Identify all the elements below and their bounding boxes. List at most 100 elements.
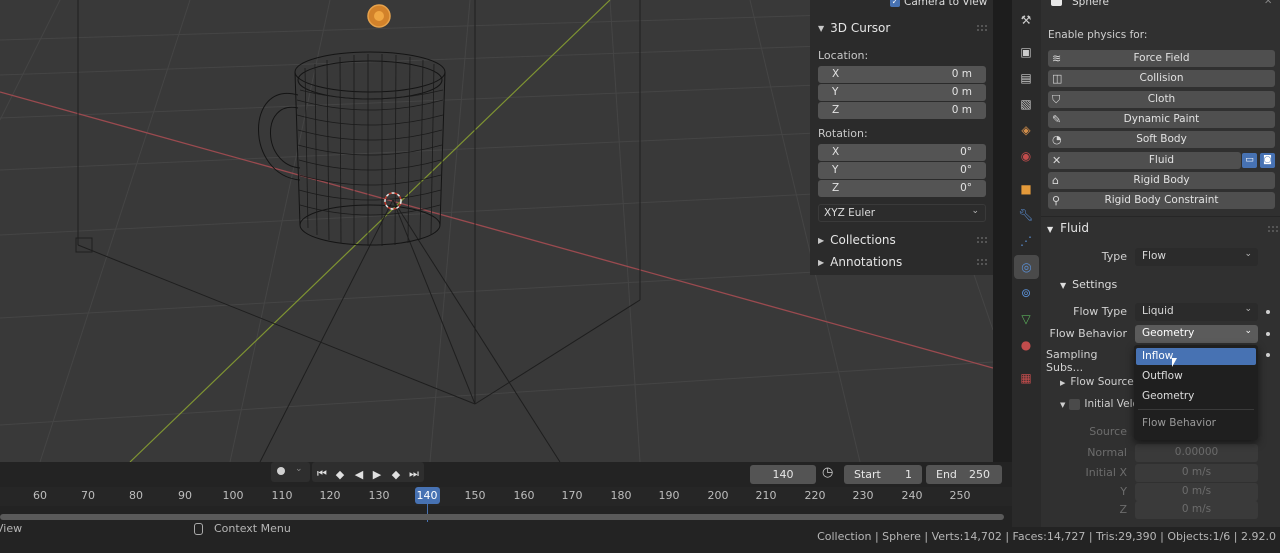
- world-tab-icon[interactable]: ◉: [1018, 148, 1034, 164]
- next-keyframe-icon[interactable]: ◆: [388, 465, 404, 483]
- location-x-field[interactable]: X0 m: [818, 66, 986, 83]
- type-select[interactable]: Flow ⌄: [1135, 248, 1258, 266]
- location-y-field[interactable]: Y0 m: [818, 84, 986, 101]
- previous-keyframe-icon[interactable]: ◆: [332, 465, 348, 483]
- dynamic-paint-button[interactable]: ✎ Dynamic Paint: [1048, 111, 1275, 128]
- jump-to-end-icon[interactable]: ⏭: [406, 465, 422, 483]
- frame-number: 150: [464, 489, 486, 502]
- play-icon[interactable]: ▶: [369, 465, 385, 483]
- rigid-body-constraint-button[interactable]: ⚲ Rigid Body Constraint: [1048, 192, 1275, 209]
- physics-tab-icon[interactable]: ◎: [1014, 255, 1039, 279]
- flow-source-subpanel-header[interactable]: ▶ Flow Source: [1060, 376, 1134, 388]
- material-tab-icon[interactable]: ●: [1018, 337, 1034, 353]
- object-icon: [1051, 0, 1062, 6]
- record-icon: [277, 467, 285, 475]
- end-frame-field[interactable]: End 250: [926, 465, 1002, 484]
- status-bar: View Context Menu Collection | Sphere | …: [0, 522, 1280, 553]
- 3d-cursor-panel-header[interactable]: ▼ 3D Cursor: [810, 17, 993, 39]
- chevron-down-icon: ⌄: [1244, 326, 1252, 336]
- frame-number: 210: [755, 489, 777, 502]
- collections-title: Collections: [830, 233, 896, 247]
- normal-field[interactable]: 0.00000: [1135, 444, 1258, 462]
- properties-tab-column: ⚒ ▣ ▤ ▧ ◈ ◉ ■ 🔧︎ ⋰ ◎ ⊚ ▽ ● ▦: [1012, 0, 1041, 527]
- settings-subpanel-header[interactable]: ▼ Settings: [1060, 278, 1117, 291]
- cloth-button[interactable]: ⛉ Cloth: [1048, 91, 1275, 108]
- keyframe-dot-icon[interactable]: [1266, 353, 1270, 357]
- frame-number: 90: [178, 489, 192, 502]
- output-tab-icon[interactable]: ▤: [1018, 70, 1034, 86]
- initial-x-label: Initial X: [1085, 466, 1127, 479]
- initial-y-field[interactable]: 0 m/s: [1135, 483, 1258, 501]
- rotation-y-field[interactable]: Y 0°: [818, 162, 986, 179]
- object-tab-icon[interactable]: ■: [1018, 181, 1034, 197]
- divider: [1138, 409, 1254, 410]
- drag-handle-icon[interactable]: [1268, 226, 1278, 232]
- rigid-body-button[interactable]: ⌂ Rigid Body: [1048, 172, 1275, 189]
- frame-number: 110: [271, 489, 293, 502]
- camera-to-view-checkbox[interactable]: ✓ Camera to View: [890, 0, 990, 8]
- flow-type-select[interactable]: Liquid ⌄: [1135, 303, 1258, 321]
- collections-panel-header[interactable]: ▶ Collections: [810, 229, 993, 251]
- annotations-panel-header[interactable]: ▶ Annotations: [810, 251, 993, 273]
- render-tab-icon[interactable]: ▣: [1018, 44, 1034, 60]
- tool-tab-icon[interactable]: ⚒: [1018, 12, 1034, 28]
- drag-handle-icon[interactable]: [977, 237, 987, 243]
- 3d-cursor-title: 3D Cursor: [830, 21, 891, 35]
- divider: [1041, 216, 1280, 217]
- rotation-mode-select[interactable]: XYZ Euler ⌄: [818, 204, 986, 222]
- current-frame-field[interactable]: 140: [750, 465, 816, 484]
- play-reverse-icon[interactable]: ◀: [351, 465, 367, 483]
- flow-behavior-select[interactable]: Geometry ⌄: [1135, 325, 1258, 343]
- drag-handle-icon[interactable]: [977, 259, 987, 265]
- viewport-display-icon[interactable]: ▭: [1242, 153, 1257, 168]
- expand-triangle-icon: ▶: [818, 257, 825, 267]
- frame-number: 120: [319, 489, 341, 502]
- fluid-panel-header[interactable]: ▼ Fluid: [1047, 221, 1089, 235]
- particles-tab-icon[interactable]: ⋰: [1018, 233, 1034, 249]
- initial-z-field[interactable]: 0 m/s: [1135, 501, 1258, 519]
- clock-icon[interactable]: ◷: [822, 465, 840, 484]
- frame-number: 60: [33, 489, 47, 502]
- view-layer-tab-icon[interactable]: ▧: [1018, 96, 1034, 112]
- initial-velocity-checkbox[interactable]: [1069, 398, 1081, 410]
- option-inflow[interactable]: Inflow: [1136, 348, 1256, 365]
- option-geometry[interactable]: Geometry: [1136, 388, 1256, 405]
- collision-button[interactable]: ◫ Collision: [1048, 70, 1275, 87]
- keying-toggle[interactable]: ⌄: [271, 462, 310, 482]
- timeline: ⌄ ⏮ ◆ ◀ ▶ ◆ ⏭ 140 ◷ Start 1 End 250 60 7…: [0, 462, 1012, 527]
- timeline-scrollbar[interactable]: [0, 514, 1004, 520]
- option-outflow[interactable]: Outflow: [1136, 368, 1256, 385]
- modifier-tab-icon[interactable]: 🔧︎: [1018, 207, 1034, 223]
- rotation-z-field[interactable]: Z 0°: [818, 180, 986, 197]
- keyframe-dot-icon[interactable]: [1266, 332, 1270, 336]
- initial-velocity-subpanel-header[interactable]: ▼ Initial Velo: [1060, 398, 1139, 410]
- initial-x-field[interactable]: 0 m/s: [1135, 464, 1258, 482]
- jump-to-start-icon[interactable]: ⏮: [314, 465, 330, 483]
- frame-number: 220: [804, 489, 826, 502]
- data-tab-icon[interactable]: ▽: [1018, 311, 1034, 327]
- current-frame-number: 140: [416, 489, 438, 502]
- frame-number: 80: [129, 489, 143, 502]
- collapse-triangle-icon: ▼: [1060, 281, 1067, 290]
- frame-number: 190: [658, 489, 680, 502]
- location-z-field[interactable]: Z0 m: [818, 102, 986, 119]
- collapse-triangle-icon: ▼: [1060, 401, 1066, 409]
- fluid-remove-button[interactable]: ✕ Fluid: [1048, 152, 1241, 169]
- frame-number: 230: [852, 489, 874, 502]
- drag-handle-icon[interactable]: [977, 25, 987, 31]
- context-menu-hint: Context Menu: [214, 522, 291, 535]
- flow-behavior-dropdown-menu: Inflow Outflow Geometry Flow Behavior: [1134, 345, 1258, 440]
- enable-physics-label: Enable physics for:: [1048, 29, 1148, 41]
- texture-tab-icon[interactable]: ▦: [1018, 370, 1034, 386]
- force-field-button[interactable]: ≋ Force Field: [1048, 50, 1275, 67]
- close-icon[interactable]: ✕: [1264, 0, 1272, 7]
- start-frame-field[interactable]: Start 1: [844, 465, 922, 484]
- scene-tab-icon[interactable]: ◈: [1018, 122, 1034, 138]
- soft-body-button[interactable]: ◔ Soft Body: [1048, 131, 1275, 148]
- constraints-tab-icon[interactable]: ⊚: [1018, 285, 1034, 301]
- render-camera-icon[interactable]: ◙: [1260, 153, 1275, 168]
- keyframe-dot-icon[interactable]: [1266, 310, 1270, 314]
- camera-to-view-label: Camera to View: [904, 0, 988, 8]
- chevron-down-icon: ⌄: [971, 206, 979, 216]
- rotation-x-field[interactable]: X 0°: [818, 144, 986, 161]
